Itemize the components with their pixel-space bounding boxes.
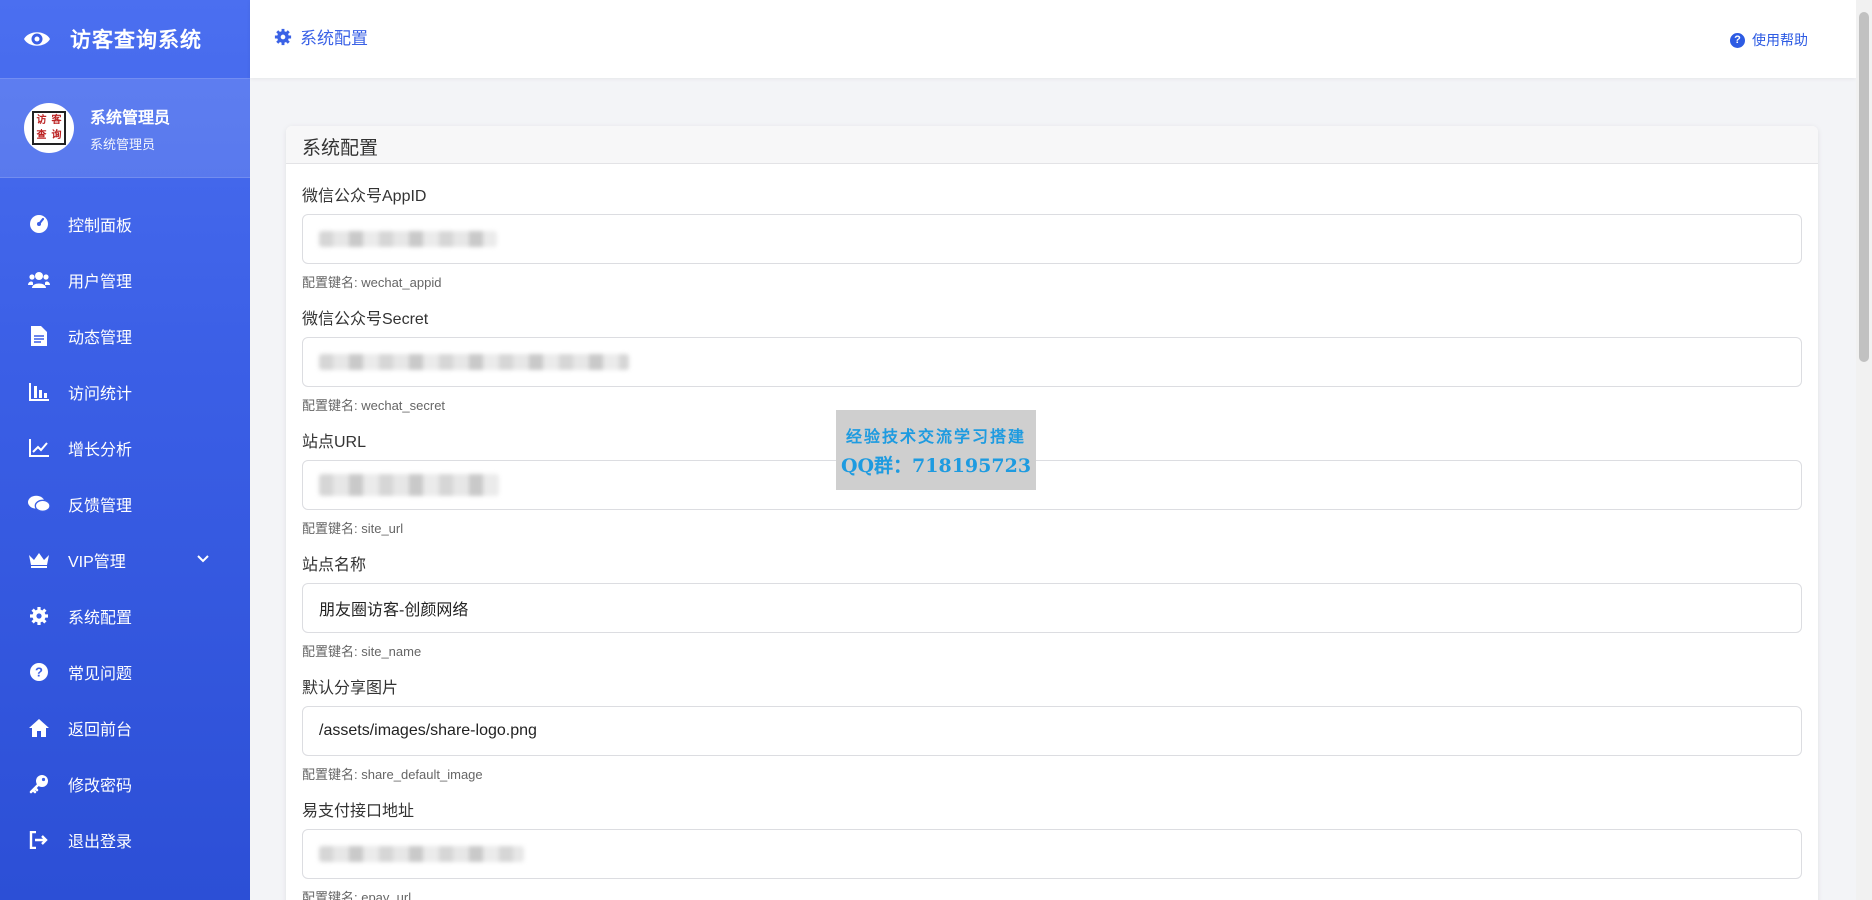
field-hint: 配置键名: wechat_secret [302,398,446,413]
avatar-char: 客 [51,115,62,126]
config-card: 系统配置 微信公众号AppID 配置键名: wechat_appid 微信公众号… [286,126,1818,900]
card-title: 系统配置 [286,126,1818,164]
field-label: 微信公众号Secret [302,311,429,328]
wechat-appid-input[interactable] [302,214,1802,264]
field-label: 默认分享图片 [302,680,399,697]
sidebar-item-label: 常见问题 [68,666,133,683]
help-link[interactable]: ? 使用帮助 [1730,30,1808,50]
watermark: 经验技术交流学习搭建 QQ群：718195723 [836,410,1036,490]
svg-text:?: ? [35,665,43,680]
scrollbar-thumb[interactable] [1859,12,1869,362]
field-label: 站点URL [302,434,367,451]
sidebar-item-home[interactable]: 返回前台 [0,700,250,756]
sidebar-item-password[interactable]: 修改密码 [0,756,250,812]
help-label: 使用帮助 [1752,32,1808,48]
field-hint: 配置键名: share_default_image [302,767,483,782]
field-wechat-appid: 微信公众号AppID 配置键名: wechat_appid [302,182,1802,291]
eye-icon [24,32,50,46]
key-icon [28,773,50,795]
avatar-char: 访 [36,115,47,126]
sidebar-item-label: 动态管理 [68,330,133,347]
wechat-secret-input[interactable] [302,337,1802,387]
question-icon: ? [1730,32,1745,48]
field-hint: 配置键名: site_url [302,521,404,536]
redacted-value [319,354,629,370]
user-profile: 访 客 查 询 系统管理员 系统管理员 [0,78,250,178]
redacted-value [319,474,499,496]
sidebar-item-settings[interactable]: 系统配置 [0,588,250,644]
redacted-value [319,231,497,247]
sidebar-item-label: 反馈管理 [68,498,133,515]
share-image-input[interactable]: /assets/images/share-logo.png [302,706,1802,756]
sidebar-item-label: 用户管理 [68,274,133,291]
gear-icon [28,605,50,627]
home-icon [28,717,50,739]
user-role: 系统管理员 [90,136,156,152]
dashboard-icon [28,213,50,235]
field-share-image: 默认分享图片 /assets/images/share-logo.png 配置键… [302,674,1802,783]
brand[interactable]: 访客查询系统 [0,0,250,78]
watermark-line2: QQ群：718195723 [840,454,1032,477]
users-icon [28,269,50,291]
bar-chart-icon [28,381,50,403]
app-title: 访客查询系统 [70,29,202,52]
sidebar-item-label: 访问统计 [68,386,133,403]
field-label: 站点名称 [302,557,367,574]
scrollbar[interactable] [1856,0,1872,900]
crown-icon [28,549,50,571]
logout-icon [28,829,50,851]
field-epay-url: 易支付接口地址 配置键名: epay_url [302,797,1802,900]
sidebar-item-label: 控制面板 [68,218,133,235]
field-label: 易支付接口地址 [302,803,415,820]
sidebar-item-feedback[interactable]: 反馈管理 [0,476,250,532]
sidebar-item-label: VIP管理 [68,554,126,571]
sidebar-item-vip[interactable]: VIP管理 [0,532,250,588]
comments-icon [28,493,50,515]
field-wechat-secret: 微信公众号Secret 配置键名: wechat_secret [302,305,1802,414]
chevron-down-icon[interactable] [196,552,210,566]
user-name: 系统管理员 [90,109,171,127]
gear-icon [274,28,292,45]
field-hint: 配置键名: epay_url [302,890,412,900]
line-chart-icon [28,437,50,459]
field-label: 微信公众号AppID [302,188,427,205]
file-icon [28,325,50,347]
sidebar-item-growth[interactable]: 增长分析 [0,420,250,476]
watermark-line1: 经验技术交流学习搭建 [845,426,1026,446]
sidebar-item-logout[interactable]: 退出登录 [0,812,250,868]
avatar: 访 客 查 询 [24,103,74,153]
sidebar-item-faq[interactable]: ? 常见问题 [0,644,250,700]
site-url-input[interactable] [302,460,1802,510]
field-hint: 配置键名: wechat_appid [302,275,442,290]
field-site-url: 站点URL 配置键名: site_url [302,428,1802,537]
top-header: 系统配置 ? 使用帮助 [250,0,1856,78]
sidebar-menu: 控制面板 用户管理 动态管理 访问统计 增长分析 反馈管理 VIP管理 系统配置… [0,178,250,868]
avatar-logo: 访 客 查 询 [32,111,66,145]
sidebar-item-label: 增长分析 [68,442,133,459]
sidebar-item-stats[interactable]: 访问统计 [0,364,250,420]
avatar-char: 询 [51,130,62,141]
avatar-char: 查 [36,130,47,141]
sidebar-item-label: 修改密码 [68,778,133,795]
site-name-input[interactable]: 朋友圈访客-创颜网络 [302,583,1802,633]
field-hint: 配置键名: site_name [302,644,422,659]
field-site-name: 站点名称 朋友圈访客-创颜网络 配置键名: site_name [302,551,1802,660]
sidebar-item-users[interactable]: 用户管理 [0,252,250,308]
page-title: 系统配置 [274,24,368,49]
sidebar: 访客查询系统 访 客 查 询 系统管理员 系统管理员 控制面板 用户管理 动态管… [0,0,250,900]
page-title-text: 系统配置 [300,29,368,48]
epay-url-input[interactable] [302,829,1802,879]
sidebar-item-label: 返回前台 [68,722,133,739]
sidebar-item-label: 退出登录 [68,834,133,851]
redacted-value [319,846,524,862]
sidebar-item-label: 系统配置 [68,610,133,627]
sidebar-item-posts[interactable]: 动态管理 [0,308,250,364]
sidebar-item-dashboard[interactable]: 控制面板 [0,196,250,252]
question-icon: ? [28,661,50,683]
